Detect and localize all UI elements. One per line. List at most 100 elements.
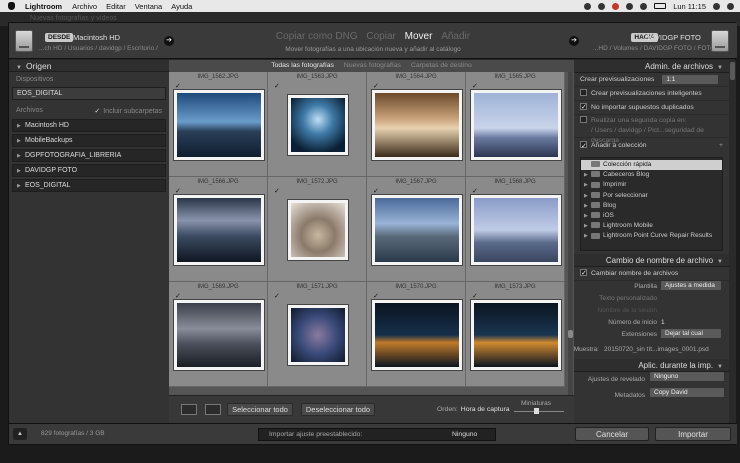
photo-thumbnail-cell[interactable]: IMG_1573.JPG ✓: [466, 282, 565, 387]
thumbnail-size-slider[interactable]: [514, 408, 564, 414]
smart-previews-row[interactable]: Crear previsualizaciones inteligentes: [574, 87, 729, 101]
volume-davidgp-foto[interactable]: ▶ DAVIDGP FOTO: [12, 164, 166, 177]
collection-item[interactable]: ▶ Imprimir: [581, 180, 722, 190]
photo-thumbnail[interactable]: [173, 90, 264, 160]
template-select[interactable]: Ajustes a medida: [661, 281, 721, 290]
photo-thumbnail[interactable]: [371, 90, 462, 160]
photo-thumbnail[interactable]: [287, 305, 348, 365]
photo-check-icon[interactable]: ✓: [472, 292, 478, 300]
photo-thumbnail[interactable]: [287, 200, 348, 260]
rename-files-checkbox[interactable]: [580, 267, 587, 281]
photo-check-icon[interactable]: ✓: [472, 82, 478, 90]
photo-thumbnail[interactable]: [287, 95, 348, 155]
rename-files-row[interactable]: Cambiar nombre de archivos: [574, 267, 729, 281]
photo-thumbnail-cell[interactable]: IMG_1562.JPG ✓: [169, 72, 268, 177]
dest-path[interactable]: ...HD / Volumes / DAVIDGP FOTO / FOTOS: [593, 45, 720, 52]
expand-triangle-icon[interactable]: ▶: [584, 191, 588, 201]
battery-icon[interactable]: [654, 3, 667, 9]
photo-check-icon[interactable]: ✓: [274, 82, 280, 90]
dest-drive-name[interactable]: DAVIDGP FOTO: [645, 33, 701, 42]
metadata-select[interactable]: Copy David: [650, 388, 724, 397]
photo-thumbnail-cell[interactable]: IMG_1566.JPG ✓: [169, 177, 268, 282]
photo-thumbnail-cell[interactable]: IMG_1567.JPG ✓: [367, 177, 466, 282]
sort-value[interactable]: Hora de captura: [461, 406, 510, 413]
cloud-icon[interactable]: [598, 2, 606, 10]
second-copy-path[interactable]: / Users / davidgp / Pict...seguridad de …: [574, 126, 729, 144]
no-duplicates-checkbox[interactable]: [580, 101, 587, 115]
import-button[interactable]: Importar: [655, 427, 731, 441]
grid-view-icon[interactable]: [181, 404, 197, 415]
collection-item[interactable]: ▶ Lightroom Point Curve Repair Results: [581, 231, 722, 241]
photo-thumbnail[interactable]: [173, 300, 264, 370]
collection-item[interactable]: ▶ Lightroom Mobile: [581, 221, 722, 231]
volume-mobilebackups[interactable]: ▶ MobileBackups: [12, 134, 166, 147]
expand-triangle-icon[interactable]: ▶: [17, 165, 21, 177]
photo-thumbnail-cell[interactable]: IMG_1563.JPG ✓: [268, 72, 367, 177]
device-eos-digital[interactable]: EOS_DIGITAL: [12, 87, 166, 100]
expand-triangle-icon[interactable]: ▶: [17, 180, 21, 192]
mode-copy-dng[interactable]: Copiar como DNG: [276, 31, 358, 42]
photo-thumbnail[interactable]: [470, 90, 561, 160]
grid-scrollbar[interactable]: [568, 72, 573, 395]
menu-app-name[interactable]: Lightroom: [25, 2, 62, 11]
mode-add[interactable]: Añadir: [441, 31, 470, 42]
sort-order[interactable]: Orden: Hora de captura: [437, 406, 510, 413]
photo-thumbnail-cell[interactable]: IMG_1571.JPG ✓: [268, 282, 367, 387]
right-panel-scroll-thumb[interactable]: [730, 62, 735, 80]
dest-arrow-icon[interactable]: ➔: [569, 36, 579, 46]
photo-thumbnail[interactable]: [470, 300, 561, 370]
photo-check-icon[interactable]: ✓: [373, 292, 379, 300]
add-collection-checkbox[interactable]: [580, 139, 587, 155]
develop-settings-select[interactable]: Ninguno: [650, 372, 724, 381]
import-preset[interactable]: Importar ajuste preestablecido: Ninguno: [258, 428, 496, 441]
spotlight-icon[interactable]: [713, 2, 720, 10]
no-duplicates-row[interactable]: No importar supuestos duplicados: [574, 101, 729, 115]
extensions-select[interactable]: Dejar tal cual: [661, 329, 721, 338]
collection-item[interactable]: ▶ Por seleccionar: [581, 191, 722, 201]
wifi-icon[interactable]: [640, 2, 648, 10]
add-collection-row[interactable]: Añadir a colección +: [574, 138, 729, 155]
smart-previews-checkbox[interactable]: [580, 88, 587, 96]
collapse-dialog-icon[interactable]: ▲: [13, 428, 27, 440]
photo-thumbnail-cell[interactable]: IMG_1569.JPG ✓: [169, 282, 268, 387]
select-all-button[interactable]: Seleccionar todo: [227, 403, 293, 416]
photo-thumbnail[interactable]: [173, 195, 264, 265]
tab-destination-folders[interactable]: Carpetas de destino: [411, 60, 472, 72]
photo-thumbnail[interactable]: [371, 300, 462, 370]
photo-thumbnail-cell[interactable]: IMG_1564.JPG ✓: [367, 72, 466, 177]
collection-item[interactable]: ▶ Blog: [581, 201, 722, 211]
antivirus-icon[interactable]: [612, 2, 620, 10]
photo-thumbnail-cell[interactable]: IMG_1570.JPG ✓: [367, 282, 466, 387]
build-previews-select[interactable]: 1:1: [662, 74, 719, 84]
photo-check-icon[interactable]: ✓: [175, 292, 181, 300]
expand-triangle-icon[interactable]: ▶: [17, 135, 21, 147]
tab-new-photos[interactable]: Nuevas fotografías: [344, 60, 401, 72]
expand-triangle-icon[interactable]: ▶: [584, 211, 588, 221]
deselect-all-button[interactable]: Deseleccionar todo: [301, 403, 375, 416]
clock[interactable]: Lun 11:15: [673, 2, 706, 11]
dest-drive-icon[interactable]: [711, 30, 729, 52]
photo-check-icon[interactable]: ✓: [274, 187, 280, 195]
photo-check-icon[interactable]: ✓: [175, 187, 181, 195]
mode-copy[interactable]: Copiar: [366, 31, 395, 42]
photo-thumbnail[interactable]: [470, 195, 561, 265]
expand-triangle-icon[interactable]: ▶: [584, 221, 588, 231]
photo-check-icon[interactable]: ✓: [373, 82, 379, 90]
photo-check-icon[interactable]: ✓: [472, 187, 478, 195]
expand-triangle-icon[interactable]: ▶: [584, 180, 588, 190]
photo-thumbnail-cell[interactable]: IMG_1572.JPG ✓: [268, 177, 367, 282]
photo-check-icon[interactable]: ✓: [175, 82, 181, 90]
menu-ventana[interactable]: Ventana: [135, 2, 163, 11]
apple-icon[interactable]: [8, 2, 15, 10]
import-preset-value[interactable]: Ninguno: [452, 429, 477, 441]
collection-item[interactable]: ▶ Cabeceros Blog: [581, 170, 722, 180]
source-panel-header[interactable]: ▼ Origen: [9, 60, 169, 72]
grid-scrollbar-thumb[interactable]: [568, 330, 573, 338]
expand-triangle-icon[interactable]: ▶: [584, 231, 588, 241]
mode-move[interactable]: Mover: [405, 31, 433, 42]
add-collection-plus-icon[interactable]: +: [719, 138, 723, 154]
expand-triangle-icon[interactable]: ▶: [17, 120, 21, 132]
right-panel-scrollbar[interactable]: [729, 60, 736, 425]
slider-knob[interactable]: [534, 408, 539, 414]
expand-triangle-icon[interactable]: ▶: [17, 150, 21, 162]
